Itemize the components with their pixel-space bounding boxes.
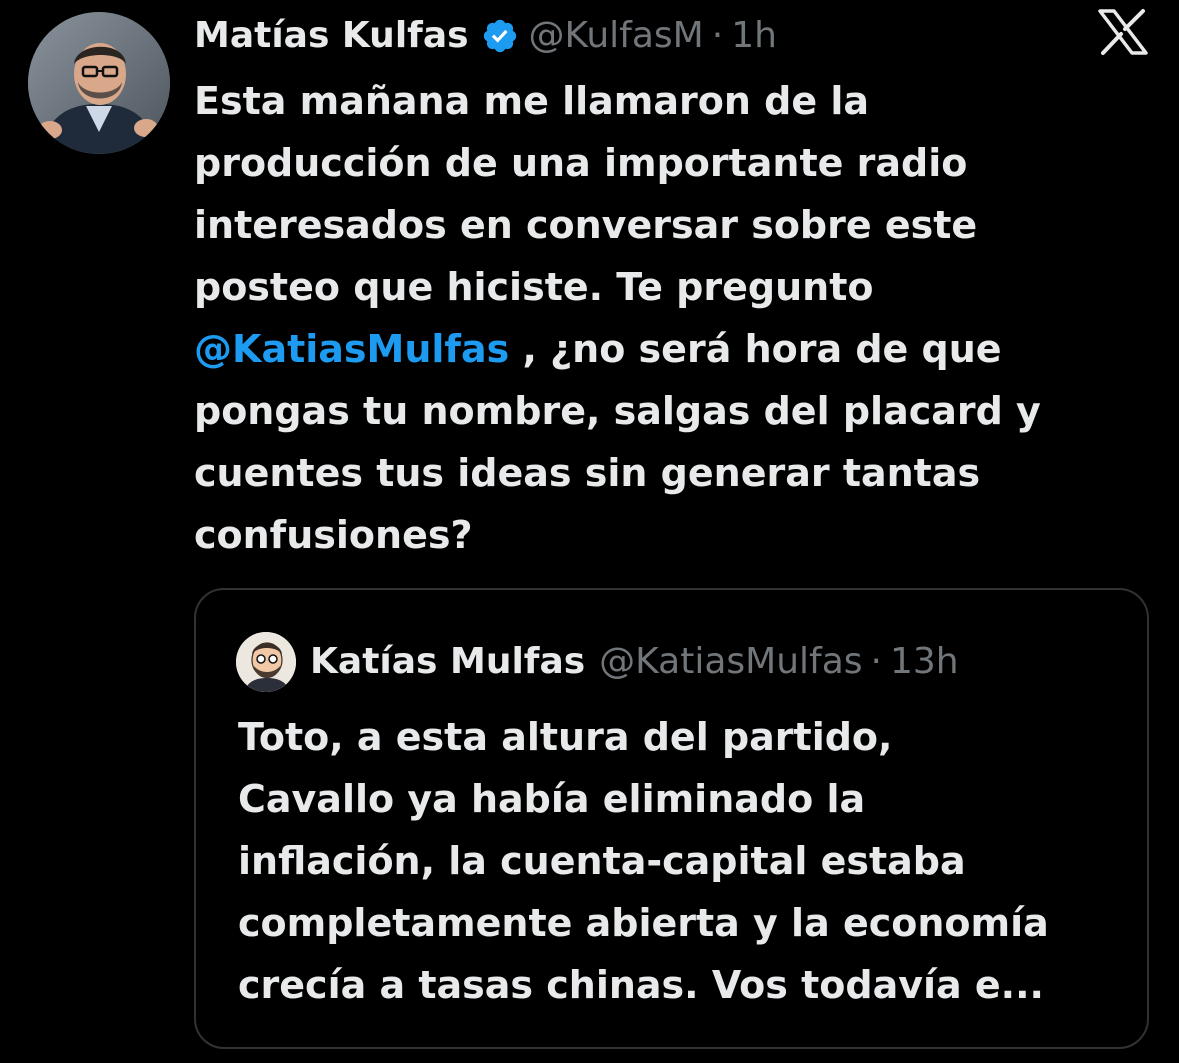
tweet-text-fragment: , ¿no será hora de que [509, 327, 1002, 371]
author-display-name[interactable]: Matías Kulfas [194, 10, 469, 62]
tweet-text-line: pongas tu nombre, salgas del placard y [194, 389, 1041, 433]
quoted-tweet-body: Toto, a esta altura del partido, Cavallo… [238, 706, 1138, 1016]
quoted-author-avatar[interactable] [236, 632, 296, 692]
tweet-timestamp[interactable]: 1h [731, 10, 777, 62]
tweet-text-line: Esta mañana me llamaron de la [194, 79, 870, 123]
quoted-text-line: crecía a tasas chinas. Vos todavía e... [238, 963, 1044, 1007]
tweet-text-line: cuentes tus ideas sin generar tantas [194, 451, 981, 495]
tweet-body: Esta mañana me llamaron de la producción… [194, 70, 1144, 566]
mention-link[interactable]: @KatiasMulfas [194, 327, 509, 371]
author-avatar[interactable] [28, 12, 170, 154]
author-handle[interactable]: @KulfasM [529, 10, 704, 62]
quoted-tweet-card[interactable]: Katías Mulfas @KatiasMulfas · 13h Toto, … [194, 588, 1149, 1049]
tweet-text-line: confusiones? [194, 513, 473, 557]
quoted-text-line: completamente abierta y la economía [238, 901, 1049, 945]
quoted-author-display-name[interactable]: Katías Mulfas [310, 636, 585, 688]
x-logo-icon [1096, 8, 1150, 56]
caricature-avatar-icon [236, 632, 296, 692]
quoted-text-line: Toto, a esta altura del partido, [238, 715, 893, 759]
quoted-tweet-header: Katías Mulfas @KatiasMulfas · 13h [310, 636, 959, 688]
verified-badge-icon [481, 17, 519, 55]
tweet-text-line: interesados en conversar sobre este [194, 203, 978, 247]
quoted-author-handle[interactable]: @KatiasMulfas [599, 636, 862, 688]
tweet-text-line-with-mention: @KatiasMulfas , ¿no será hora de que [194, 318, 1144, 380]
separator-dot: · [711, 15, 724, 56]
quoted-text-line: inflación, la cuenta-capital estaba [238, 839, 966, 883]
quoted-tweet-timestamp[interactable]: 13h [890, 636, 959, 688]
tweet-header: Matías Kulfas @KulfasM · 1h [194, 10, 777, 62]
quoted-text-line: Cavallo ya había eliminado la [238, 777, 866, 821]
tweet-text-line: posteo que hiciste. Te pregunto [194, 265, 874, 309]
separator-dot: · [870, 641, 882, 682]
tweet-text-line: producción de una importante radio [194, 141, 968, 185]
profile-photo-icon [28, 12, 170, 154]
